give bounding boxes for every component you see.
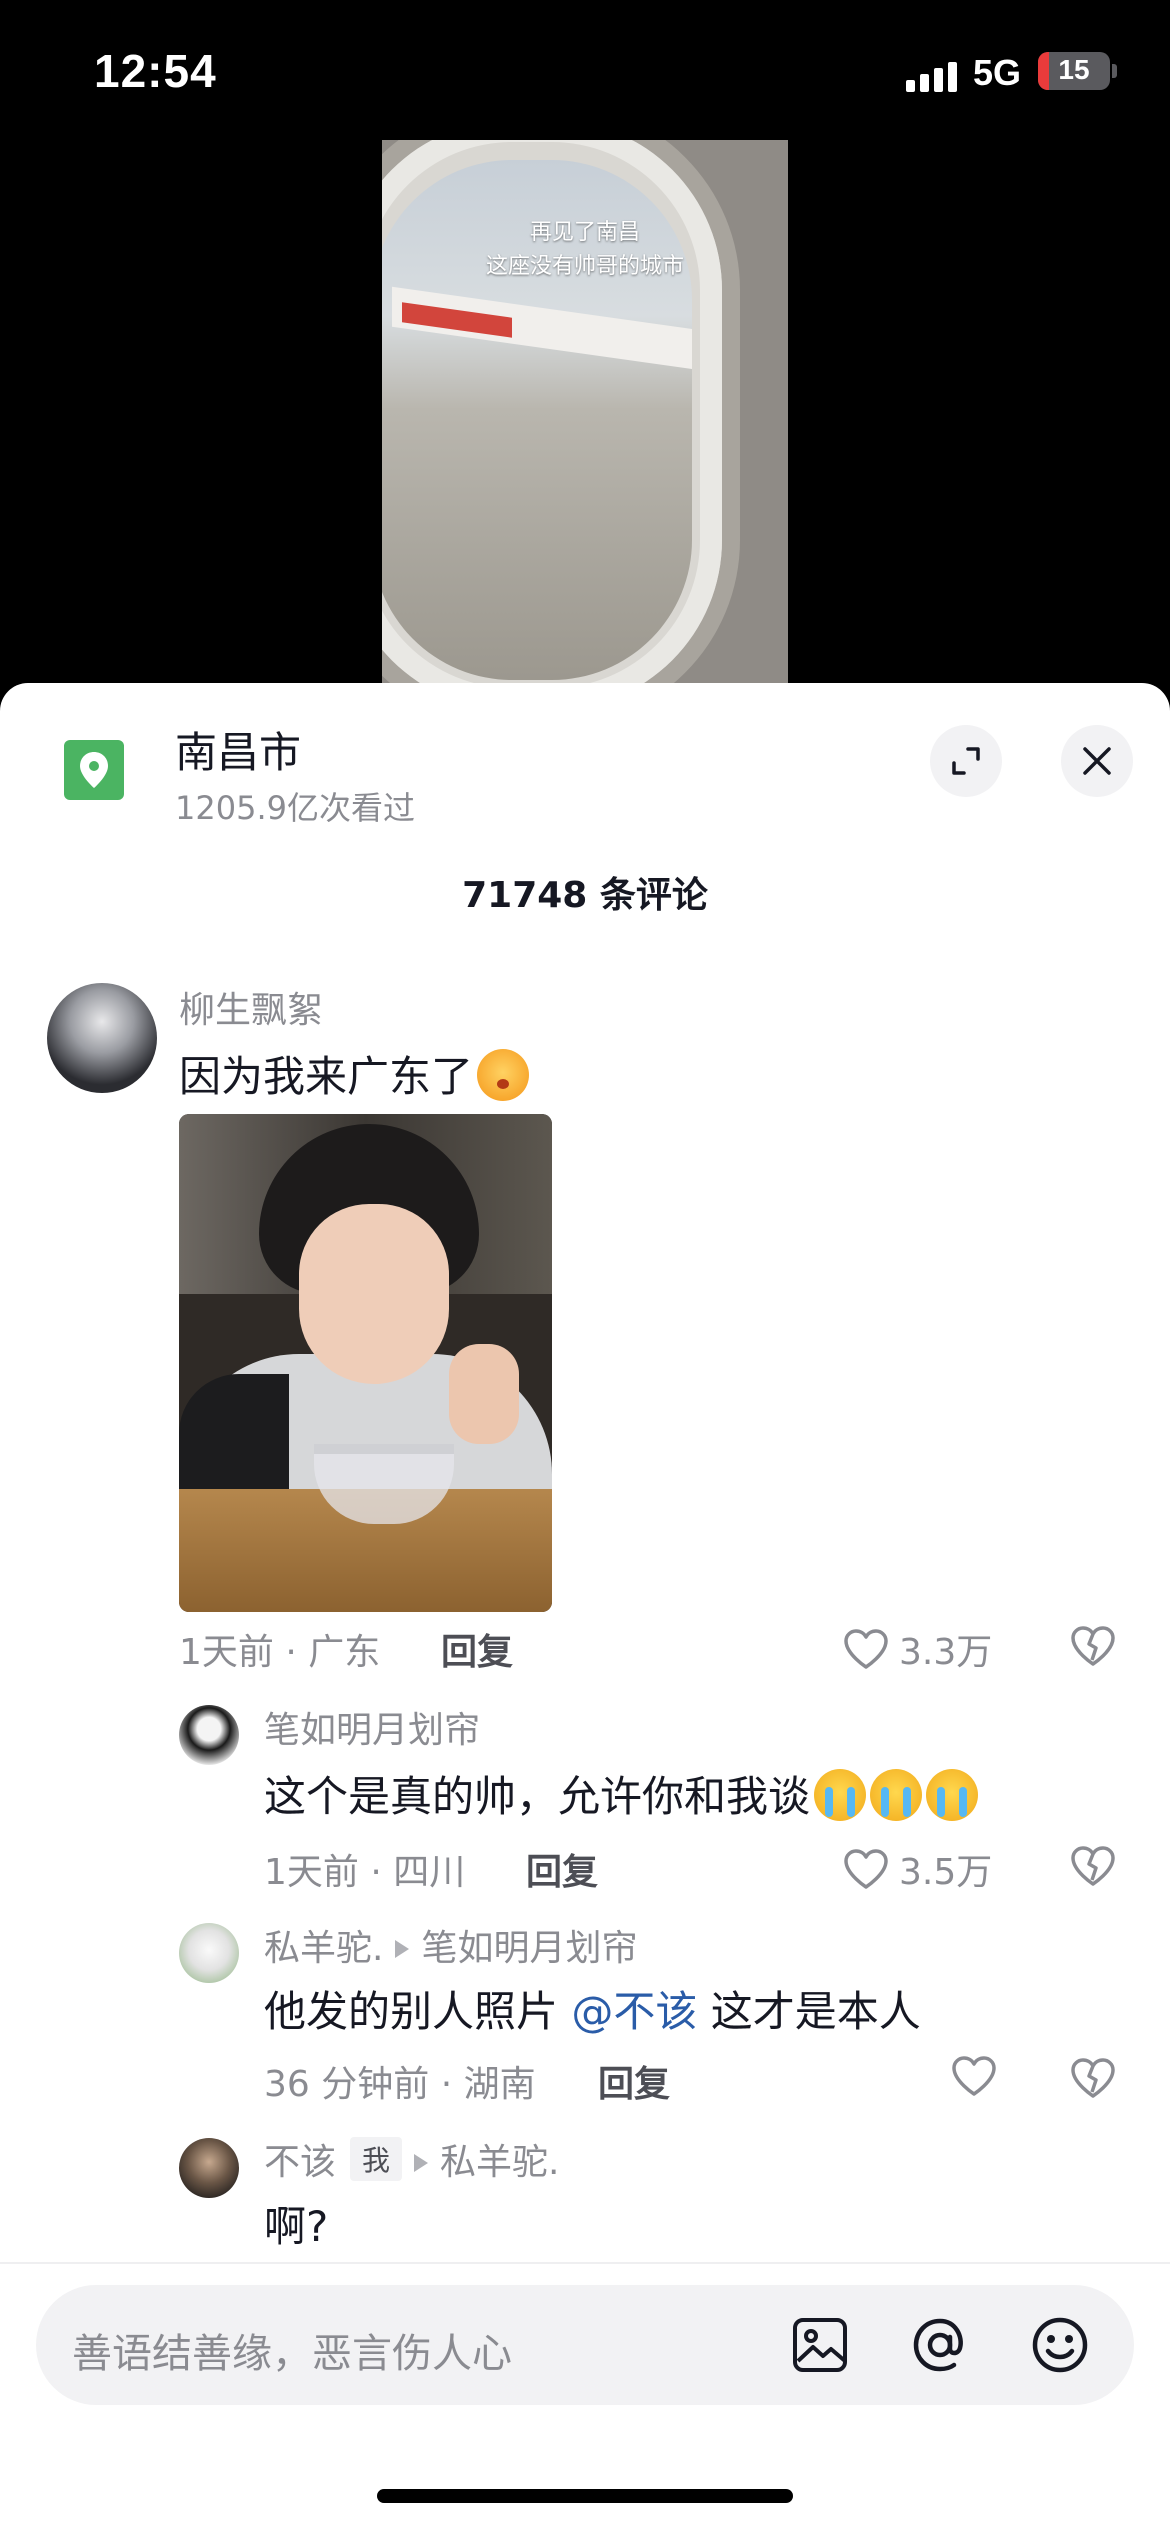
reply-button[interactable]: 回复 (526, 1843, 598, 1895)
like-count: 3.3万 (899, 1632, 993, 1673)
image-button[interactable] (790, 2315, 850, 2379)
reply-text: 啊? (264, 2202, 329, 2251)
reply-target[interactable]: 笔如明月划帘 (421, 1928, 637, 1969)
reply-username[interactable]: 笔如明月划帘 (264, 1701, 480, 1753)
reply-arrow-icon (414, 2154, 429, 2172)
video-caption-line2: 这座没有帅哥的城市 (485, 254, 684, 279)
broken-heart-icon (1071, 1846, 1115, 1886)
comment-count: 71748 条评论 (462, 875, 708, 916)
status-bar: 12:54 5G 15 (0, 0, 1170, 140)
avatar[interactable] (179, 1705, 239, 1765)
expand-icon (952, 747, 980, 775)
video-caption-line1: 再见了南昌 (529, 220, 640, 245)
location-pin-icon (64, 740, 124, 800)
avatar[interactable] (179, 2138, 239, 2198)
reply-text-before: 他发的别人照片 (264, 1987, 559, 2036)
comment-text: 因为我来广东了 (179, 1043, 530, 1104)
crying-emoji-icon (814, 1769, 867, 1821)
network-type: 5G (973, 52, 1022, 93)
mention-link[interactable]: @不该 (571, 1987, 697, 2036)
like-button[interactable] (951, 2055, 997, 2097)
dislike-button[interactable] (1070, 1625, 1116, 1671)
avatar[interactable] (47, 983, 157, 1093)
like-button[interactable]: 3.5万 (843, 1843, 992, 1895)
comment-input[interactable]: 善语结善缘，恶言伤人心 (36, 2285, 1134, 2405)
reply-time-location: 1天前 · 四川 (264, 1852, 466, 1893)
comment-photo[interactable] (179, 1114, 552, 1612)
reply-button[interactable]: 回复 (598, 2055, 670, 2107)
view-count: 1205.9亿次看过 (175, 789, 415, 827)
comment-username[interactable]: 柳生飘絮 (179, 981, 323, 1033)
reply-author[interactable]: 私羊驼. (264, 1928, 383, 1969)
home-indicator[interactable] (377, 2489, 793, 2503)
like-count: 3.5万 (899, 1852, 993, 1893)
video-preview[interactable]: 再见了南昌 这座没有帅哥的城市 (382, 140, 788, 685)
crying-emoji-icon (870, 1769, 923, 1821)
battery-percent: 15 (1058, 54, 1090, 85)
broken-heart-icon (1071, 1626, 1115, 1666)
heart-icon (952, 2056, 996, 2096)
expand-button[interactable] (930, 725, 1002, 797)
close-button[interactable] (1061, 725, 1133, 797)
pouting-emoji-icon (477, 1049, 530, 1101)
reply-username: 不该我私羊驼. (264, 2133, 559, 2185)
reply-arrow-icon (395, 1940, 410, 1958)
comment-input-placeholder: 善语结善缘，恶言伤人心 (72, 2331, 512, 2377)
like-button[interactable]: 3.3万 (843, 1623, 992, 1675)
reply-button[interactable]: 回复 (441, 1623, 513, 1675)
reply-author[interactable]: 不该 (264, 2142, 336, 2183)
image-icon (793, 2318, 847, 2372)
avatar[interactable] (179, 1923, 239, 1983)
reply-username: 私羊驼. 笔如明月划帘 (264, 1919, 637, 1971)
close-icon (1083, 747, 1111, 775)
reply-text-content: 这个是真的帅，允许你和我谈 (264, 1772, 811, 1821)
dislike-button[interactable] (1070, 2057, 1116, 2103)
divider (0, 2262, 1170, 2264)
reply-time-location: 36 分钟前 · 湖南 (264, 2064, 536, 2105)
mention-button[interactable] (910, 2315, 970, 2379)
comment-time-location: 1天前 · 广东 (179, 1632, 381, 1673)
emoji-button[interactable] (1030, 2315, 1090, 2379)
status-time: 12:54 (94, 45, 217, 97)
crying-emoji-icon (926, 1769, 979, 1821)
comment-sheet: 南昌市 1205.9亿次看过 71748 条评论 柳生飘絮 因为我来广东了 1天… (0, 683, 1170, 2532)
heart-icon (844, 1849, 888, 1889)
dislike-button[interactable] (1070, 1845, 1116, 1891)
signal-icon (906, 60, 957, 92)
reply-text: 他发的别人照片 @不该 这才是本人 (264, 1978, 921, 2039)
battery-tip (1112, 64, 1117, 78)
reply-text-after: 这才是本人 (710, 1987, 921, 2036)
smiley-icon (1032, 2317, 1088, 2373)
self-tag: 我 (350, 2137, 403, 2181)
heart-icon (844, 1629, 888, 1669)
location-title[interactable]: 南昌市 (175, 719, 301, 780)
at-icon (913, 2318, 963, 2372)
reply-text: 这个是真的帅，允许你和我谈 (264, 1763, 979, 1824)
reply-target[interactable]: 私羊驼. (440, 2142, 559, 2183)
broken-heart-icon (1071, 2058, 1115, 2098)
battery-icon: 15 (1038, 52, 1110, 90)
comment-text-content: 因为我来广东了 (179, 1052, 474, 1101)
